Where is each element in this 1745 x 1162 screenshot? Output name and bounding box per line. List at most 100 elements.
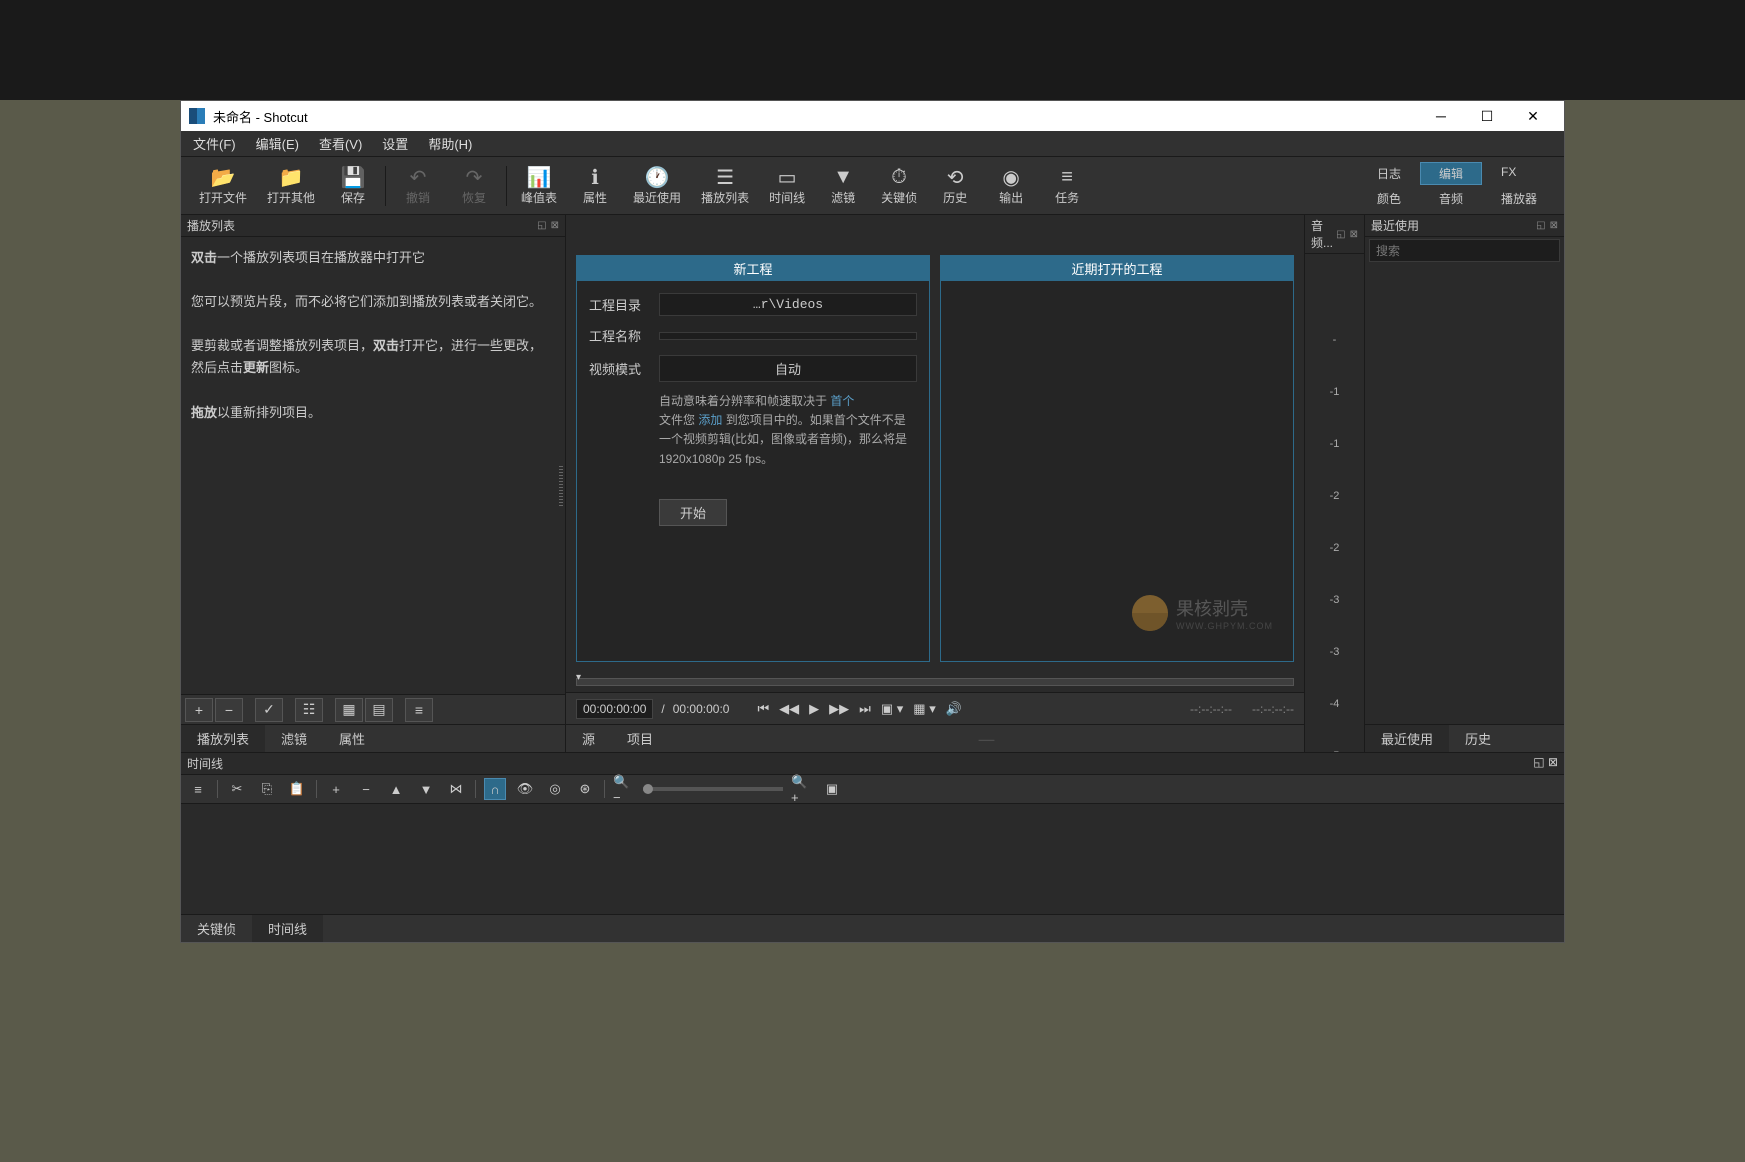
menu-help[interactable]: 帮助(H): [420, 131, 480, 156]
undock-icon[interactable]: ◱: [1533, 755, 1544, 769]
preview-panel: 新工程 工程目录 …r\Videos 工程名称 视频模式 自动: [566, 215, 1304, 752]
rewind-icon[interactable]: ◀◀: [779, 701, 799, 717]
tab-timeline[interactable]: 时间线: [252, 915, 323, 942]
recent-header: 最近使用 ◱⊠: [1365, 215, 1564, 237]
window-title: 未命名 - Shotcut: [213, 107, 308, 126]
history-button[interactable]: ⟲历史: [927, 161, 983, 210]
export-button[interactable]: ◉输出: [983, 161, 1039, 210]
view-detail-button[interactable]: ▤: [365, 698, 393, 722]
tl-menu-button[interactable]: ≡: [187, 778, 209, 800]
filters-button[interactable]: ▼滤镜: [815, 161, 871, 210]
tab-filters[interactable]: 滤镜: [265, 725, 323, 752]
undo-icon: ↶: [410, 165, 427, 189]
close-panel-icon[interactable]: ⊠: [1350, 229, 1358, 240]
peak-meter-button[interactable]: 📊峰值表: [511, 161, 567, 210]
ripple-icon[interactable]: ◎: [544, 778, 566, 800]
menu-view[interactable]: 查看(V): [311, 131, 370, 156]
fast-forward-icon[interactable]: ▶▶: [829, 701, 849, 717]
snap-icon[interactable]: ∩: [484, 778, 506, 800]
zoom-out-icon[interactable]: 🔍−: [613, 778, 635, 800]
timecode-separator: /: [661, 702, 664, 716]
minimize-button[interactable]: ─: [1418, 101, 1464, 131]
layout-edit[interactable]: 编辑: [1420, 162, 1482, 185]
zoom-slider[interactable]: [643, 787, 783, 791]
skip-end-icon[interactable]: ⏭: [859, 701, 871, 717]
zoom-fit-icon[interactable]: ▣ ▾: [881, 701, 903, 717]
layout-color[interactable]: 颜色: [1358, 187, 1420, 210]
project-name-input[interactable]: [659, 332, 917, 340]
timeline-tracks[interactable]: [181, 804, 1564, 914]
maximize-button[interactable]: ☐: [1464, 101, 1510, 131]
playlist-button[interactable]: ☰播放列表: [691, 161, 759, 210]
close-panel-icon[interactable]: ⊠: [1548, 755, 1558, 769]
tab-keyframes[interactable]: 关键侦: [181, 915, 252, 942]
tab-project[interactable]: 项目: [611, 725, 669, 752]
project-dir-input[interactable]: …r\Videos: [659, 293, 917, 316]
remove-icon[interactable]: −: [355, 778, 377, 800]
remove-button[interactable]: −: [215, 698, 243, 722]
layout-player[interactable]: 播放器: [1482, 187, 1556, 210]
menu-file[interactable]: 文件(F): [185, 131, 244, 156]
menu-button[interactable]: ≡: [405, 698, 433, 722]
grid-icon[interactable]: ▦ ▾: [913, 701, 935, 717]
tab-properties[interactable]: 属性: [323, 725, 381, 752]
zoom-in-icon[interactable]: 🔍+: [791, 778, 813, 800]
menu-settings[interactable]: 设置: [374, 131, 416, 156]
open-file-button[interactable]: 📂打开文件: [189, 161, 257, 210]
update-button[interactable]: ✓: [255, 698, 283, 722]
search-input[interactable]: 搜索: [1369, 239, 1560, 262]
tab-recent[interactable]: 最近使用: [1365, 725, 1449, 752]
layout-log[interactable]: 日志: [1358, 162, 1420, 185]
undock-icon[interactable]: ◱: [537, 220, 546, 231]
playlist-hints: 双击一个播放列表项目在播放器中打开它 您可以预览片段，而不必将它们添加到播放列表…: [181, 237, 565, 694]
scrubber[interactable]: ▾: [566, 672, 1304, 692]
view-list-button[interactable]: ☷: [295, 698, 323, 722]
save-button[interactable]: 💾保存: [325, 161, 381, 210]
close-panel-icon[interactable]: ⊠: [551, 220, 559, 231]
start-button[interactable]: 开始: [659, 499, 727, 526]
cut-icon[interactable]: ✂: [226, 778, 248, 800]
layout-fx[interactable]: FX: [1482, 162, 1535, 185]
redo-button[interactable]: ↷恢复: [446, 161, 502, 210]
close-panel-icon[interactable]: ⊠: [1550, 220, 1558, 231]
menu-edit[interactable]: 编辑(E): [248, 131, 307, 156]
add-button[interactable]: +: [185, 698, 213, 722]
recent-button[interactable]: 🕐最近使用: [623, 161, 691, 210]
keyframes-button[interactable]: ⏱关键侦: [871, 161, 927, 210]
volume-icon[interactable]: 🔊: [946, 701, 962, 717]
resize-handle[interactable]: [559, 466, 563, 506]
properties-button[interactable]: ℹ属性: [567, 161, 623, 210]
undo-button[interactable]: ↶撤销: [390, 161, 446, 210]
video-mode-label: 视频模式: [589, 359, 649, 378]
layout-audio[interactable]: 音频: [1420, 187, 1482, 210]
play-icon[interactable]: ▶: [809, 701, 819, 717]
paste-icon[interactable]: 📋: [286, 778, 308, 800]
timeline-icon: ▭: [778, 165, 797, 189]
lift-icon[interactable]: ▲: [385, 778, 407, 800]
close-button[interactable]: ✕: [1510, 101, 1556, 131]
overwrite-icon[interactable]: ▼: [415, 778, 437, 800]
undock-icon[interactable]: ◱: [1536, 220, 1545, 231]
timecode-current[interactable]: 00:00:00:00: [576, 699, 653, 719]
list-icon: ☰: [716, 165, 734, 189]
zoom-fit-icon[interactable]: ▣: [821, 778, 843, 800]
append-icon[interactable]: +: [325, 778, 347, 800]
timeline-button[interactable]: ▭时间线: [759, 161, 815, 210]
split-icon[interactable]: ⋈: [445, 778, 467, 800]
project-name-label: 工程名称: [589, 326, 649, 345]
tab-playlist[interactable]: 播放列表: [181, 725, 265, 752]
video-mode-select[interactable]: 自动: [659, 355, 917, 382]
undock-icon[interactable]: ◱: [1336, 229, 1345, 240]
separator: [385, 166, 386, 206]
scrub-icon[interactable]: 👁: [514, 778, 536, 800]
playlist-panel: 播放列表 ◱ ⊠ 双击一个播放列表项目在播放器中打开它 您可以预览片段，而不必将…: [181, 215, 566, 752]
view-tiles-button[interactable]: ▦: [335, 698, 363, 722]
open-other-button[interactable]: 📁打开其他: [257, 161, 325, 210]
skip-start-icon[interactable]: ⏮: [757, 701, 769, 717]
ripple-all-icon[interactable]: ⊛: [574, 778, 596, 800]
copy-icon[interactable]: ⎘: [256, 778, 278, 800]
in-point: --:--:--:--: [1190, 702, 1232, 716]
jobs-button[interactable]: ≡任务: [1039, 161, 1095, 210]
tab-history[interactable]: 历史: [1449, 725, 1507, 752]
tab-source[interactable]: 源: [566, 725, 611, 752]
